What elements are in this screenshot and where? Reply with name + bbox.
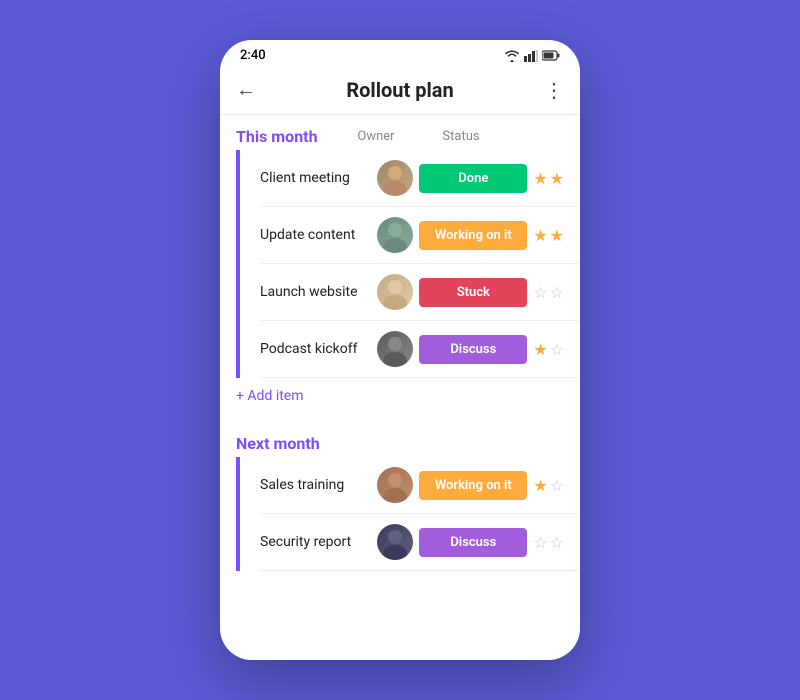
task-name: Sales training [260,477,377,493]
status-badge[interactable]: Working on it [419,471,527,500]
this-month-title: This month [236,127,346,146]
avatar [377,331,413,367]
star-rating[interactable]: ★ ★ [533,169,564,188]
phone-frame: 2:40 ← Rollout plan [220,40,580,660]
star-1[interactable]: ★ [533,476,547,495]
avatar [377,467,413,503]
status-badge[interactable]: Done [419,164,527,193]
table-row: Podcast kickoff Discuss ★ ☆ [260,321,580,378]
signal-icon [524,50,538,62]
status-icons [504,50,560,62]
menu-button[interactable]: ⋮ [544,78,564,102]
status-time: 2:40 [240,48,266,63]
star-rating[interactable]: ☆ ☆ [533,533,564,552]
app-header: ← Rollout plan ⋮ [220,67,580,115]
star-2[interactable]: ☆ [550,283,564,302]
next-month-tasks: Sales training Working on it ★ ☆ Securit… [236,457,580,571]
avatar [377,217,413,253]
avatar [377,524,413,560]
status-badge[interactable]: Discuss [419,528,527,557]
next-month-header: Next month [220,422,580,457]
table-row: Update content Working on it ★ ★ [260,207,580,264]
avatar [377,274,413,310]
star-2[interactable]: ★ [550,226,564,245]
next-month-title: Next month [236,434,346,453]
avatar [377,160,413,196]
status-badge[interactable]: Stuck [419,278,527,307]
table-row: Client meeting Done ★ ★ [260,150,580,207]
star-2[interactable]: ☆ [550,476,564,495]
wifi-icon [504,50,520,62]
star-2[interactable]: ☆ [550,533,564,552]
star-2[interactable]: ★ [550,169,564,188]
task-name: Podcast kickoff [260,341,377,357]
back-button[interactable]: ← [236,77,256,102]
status-bar: 2:40 [220,40,580,67]
status-badge[interactable]: Discuss [419,335,527,364]
star-1[interactable]: ★ [533,169,547,188]
owner-column-header: Owner [346,129,406,144]
star-1[interactable]: ☆ [533,283,547,302]
table-row: Sales training Working on it ★ ☆ [260,457,580,514]
content-area: This month Owner Status Client meeting D… [220,115,580,660]
star-1[interactable]: ★ [533,340,547,359]
battery-icon [542,50,560,61]
status-column-header: Status [406,129,516,144]
task-name: Security report [260,534,377,550]
this-month-tasks: Client meeting Done ★ ★ Update content [236,150,580,378]
star-rating[interactable]: ★ ☆ [533,340,564,359]
star-rating[interactable]: ★ ★ [533,226,564,245]
next-month-section: Next month Sales training Working on it … [220,422,580,579]
status-badge[interactable]: Working on it [419,221,527,250]
task-name: Update content [260,227,377,243]
this-month-section: This month Owner Status Client meeting D… [220,115,580,422]
star-1[interactable]: ☆ [533,533,547,552]
task-name: Client meeting [260,170,377,186]
add-item-button[interactable]: + Add item [220,378,580,414]
app-title: Rollout plan [346,78,453,102]
task-name: Launch website [260,284,377,300]
table-row: Launch website Stuck ☆ ☆ [260,264,580,321]
star-rating[interactable]: ★ ☆ [533,476,564,495]
star-rating[interactable]: ☆ ☆ [533,283,564,302]
star-2[interactable]: ☆ [550,340,564,359]
star-1[interactable]: ★ [533,226,547,245]
this-month-header: This month Owner Status [220,115,580,150]
table-row: Security report Discuss ☆ ☆ [260,514,580,571]
